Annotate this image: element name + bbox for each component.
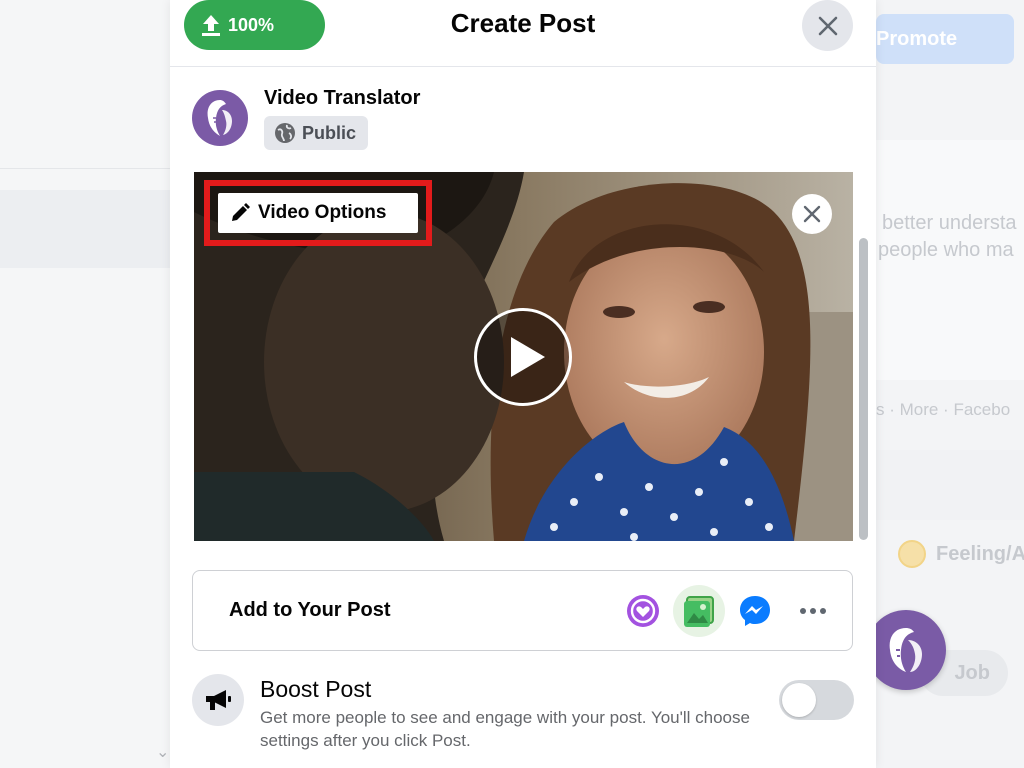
photo-video-icon-graphic	[684, 596, 714, 627]
feeling-label: Feeling/A	[936, 542, 1024, 565]
background-highlight-row	[0, 190, 170, 268]
chevron-down-icon: ⌄	[156, 744, 170, 761]
video-preview[interactable]: Video Options	[194, 172, 853, 541]
toggle-knob	[782, 683, 816, 717]
video-options-label: Video Options	[258, 202, 387, 223]
close-dialog-button[interactable]	[802, 0, 853, 51]
audience-label: Public	[302, 122, 357, 143]
background-footer-links: s · More · Facebo	[876, 400, 1011, 419]
dialog-header: 100% Create Post	[170, 0, 876, 67]
add-to-post-bar: Add to Your Post	[192, 570, 853, 651]
more-icon[interactable]	[789, 587, 837, 635]
smiley-icon	[898, 540, 926, 568]
boost-post-title: Boost Post	[260, 676, 372, 702]
remove-video-button[interactable]	[792, 194, 832, 234]
background-text: better understa	[882, 212, 1017, 234]
background-card	[876, 450, 1024, 520]
avatar[interactable]	[192, 90, 248, 146]
face-logo-icon	[207, 100, 232, 136]
background-divider	[0, 168, 170, 169]
megaphone-icon-graphic	[206, 690, 231, 710]
close-icon	[803, 205, 821, 223]
audience-selector[interactable]: Public	[264, 116, 369, 150]
messenger-icon[interactable]	[731, 587, 779, 635]
background-left-panel	[0, 0, 170, 768]
more-dots-graphic	[800, 608, 826, 614]
author-name: Video Translator	[264, 87, 421, 109]
boost-post-description: Get more people to see and engage with y…	[260, 708, 750, 750]
play-icon	[511, 337, 545, 377]
brand-logo-bubble[interactable]	[866, 610, 946, 690]
face-logo-icon	[889, 628, 922, 672]
background-text: people who ma	[878, 239, 1014, 261]
messenger-icon-graphic	[740, 596, 770, 626]
pencil-icon	[232, 203, 250, 221]
dialog-scrollbar[interactable]	[859, 238, 868, 540]
video-options-button[interactable]: Video Options	[204, 180, 432, 246]
globe-icon	[275, 123, 295, 143]
job-label: Job	[954, 661, 990, 684]
create-post-dialog: 100% Create Post Video Translator Public	[170, 0, 876, 768]
megaphone-icon	[192, 674, 244, 726]
promote-button[interactable]: Promote	[876, 14, 1014, 64]
promote-label: Promote	[876, 27, 958, 50]
photo-video-icon[interactable]	[673, 585, 725, 637]
play-button[interactable]	[474, 308, 572, 406]
heart-chat-icon-graphic	[627, 595, 659, 627]
dialog-title: Create Post	[450, 8, 596, 38]
video-options-inner: Video Options	[218, 193, 418, 233]
heart-chat-icon[interactable]	[619, 587, 667, 635]
boost-post-toggle[interactable]	[779, 680, 854, 720]
close-icon	[818, 16, 837, 35]
feeling-activity-button[interactable]: Feeling/A	[898, 540, 1024, 568]
add-to-post-label: Add to Your Post	[229, 599, 391, 621]
